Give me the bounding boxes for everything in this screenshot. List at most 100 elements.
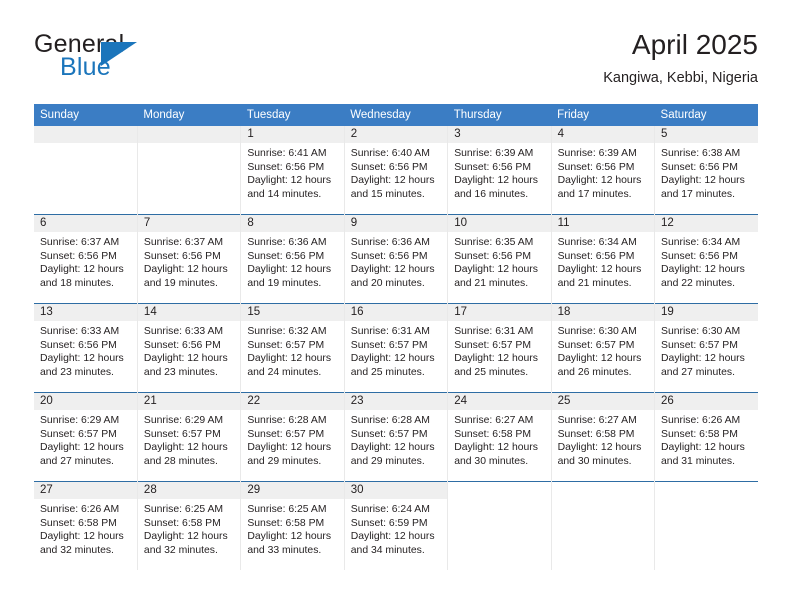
daylight-text-line2: and 17 minutes. [557, 188, 632, 200]
title-block: April 2025 Kangiwa, Kebbi, Nigeria [603, 28, 758, 88]
day-cell[interactable]: 13 Sunrise: 6:33 AM Sunset: 6:56 PM Dayligh… [34, 303, 138, 393]
day-number: 29 [241, 482, 344, 499]
day-cell[interactable]: 16 Sunrise: 6:31 AM Sunset: 6:57 PM Dayligh… [343, 303, 448, 393]
day-details: Sunrise: 6:26 AM Sunset: 6:58 PM Daylight:… [34, 499, 137, 557]
sunset-text: Sunset: 6:56 PM [40, 339, 117, 351]
sunrise-text: Sunrise: 6:40 AM [350, 148, 430, 159]
daylight-text-line2: and 21 minutes. [557, 277, 632, 289]
day-number: 20 [34, 393, 137, 410]
day-cell[interactable]: 5 Sunrise: 6:38 AM Sunset: 6:56 PM Daylight… [654, 126, 758, 215]
day-details: Sunrise: 6:37 AM Sunset: 6:56 PM Daylight:… [138, 232, 240, 290]
day-cell[interactable]: 3 Sunrise: 6:39 AM Sunset: 6:56 PM Daylight… [447, 126, 552, 215]
sunrise-text: Sunrise: 6:27 AM [454, 415, 534, 426]
sunrise-text: Sunrise: 6:37 AM [143, 237, 224, 248]
sunrise-text: Sunrise: 6:28 AM [350, 415, 430, 426]
day-details: Sunrise: 6:40 AM Sunset: 6:56 PM Daylight:… [345, 143, 447, 201]
daylight-text-line1: Daylight: 12 hours [661, 264, 745, 276]
day-details: Sunrise: 6:33 AM Sunset: 6:56 PM Daylight:… [138, 321, 240, 379]
day-cell[interactable]: 23 Sunrise: 6:28 AM Sunset: 6:57 PM Dayligh… [343, 392, 448, 482]
sunset-text: Sunset: 6:56 PM [143, 339, 221, 351]
day-number: 21 [138, 393, 241, 410]
day-cell[interactable]: 9 Sunrise: 6:36 AM Sunset: 6:56 PM Daylight… [343, 214, 448, 304]
daylight-text-line1: Daylight: 12 hours [661, 442, 745, 454]
day-details: Sunrise: 6:31 AM Sunset: 6:57 PM Daylight:… [449, 321, 551, 379]
daylight-text-line2: and 29 minutes. [247, 455, 322, 467]
daylight-text-line1: Daylight: 12 hours [40, 531, 124, 543]
sunset-text: Sunset: 6:57 PM [557, 339, 635, 351]
day-cell[interactable]: 15 Sunrise: 6:32 AM Sunset: 6:57 PM Dayligh… [240, 303, 345, 393]
sunset-text: Sunset: 6:56 PM [557, 250, 635, 262]
daylight-text-line1: Daylight: 12 hours [143, 264, 228, 276]
day-cell[interactable]: 4 Sunrise: 6:39 AM Sunset: 6:56 PM Daylight… [550, 126, 655, 215]
day-cell[interactable]: 21 Sunrise: 6:29 AM Sunset: 6:57 PM Dayligh… [136, 392, 241, 482]
day-cell[interactable]: 18 Sunrise: 6:30 AM Sunset: 6:57 PM Dayligh… [550, 303, 655, 393]
sunset-text: Sunset: 6:56 PM [247, 250, 325, 262]
day-cell-empty [34, 126, 138, 215]
day-number-strip [34, 126, 137, 143]
daylight-text-line1: Daylight: 12 hours [143, 531, 228, 543]
calendar-body: 1 Sunrise: 6:41 AM Sunset: 6:56 PM Daylight… [34, 126, 758, 570]
day-cell[interactable]: 11 Sunrise: 6:34 AM Sunset: 6:56 PM Dayligh… [550, 214, 655, 304]
calendar-week-row: 20 Sunrise: 6:29 AM Sunset: 6:57 PM Dayligh… [34, 392, 758, 482]
day-details: Sunrise: 6:41 AM Sunset: 6:56 PM Daylight:… [242, 143, 344, 201]
day-details: Sunrise: 6:29 AM Sunset: 6:57 PM Daylight:… [138, 410, 240, 468]
day-cell-empty [136, 126, 241, 215]
day-cell[interactable]: 12 Sunrise: 6:34 AM Sunset: 6:56 PM Dayligh… [654, 214, 758, 304]
day-cell[interactable]: 7 Sunrise: 6:37 AM Sunset: 6:56 PM Daylight… [136, 214, 241, 304]
sunset-text: Sunset: 6:56 PM [350, 161, 428, 173]
sunset-text: Sunset: 6:56 PM [247, 161, 325, 173]
page-title: April 2025 [631, 29, 758, 60]
day-cell[interactable]: 2 Sunrise: 6:40 AM Sunset: 6:56 PM Daylight… [343, 126, 448, 215]
sunset-text: Sunset: 6:58 PM [143, 517, 221, 529]
day-cell[interactable]: 25 Sunrise: 6:27 AM Sunset: 6:58 PM Dayligh… [550, 392, 655, 482]
day-number: 24 [448, 393, 551, 410]
daylight-text-line2: and 32 minutes. [40, 544, 114, 556]
day-cell[interactable]: 27 Sunrise: 6:26 AM Sunset: 6:58 PM Dayligh… [34, 481, 138, 570]
general-blue-logo[interactable]: General Blue [34, 30, 244, 90]
sunrise-text: Sunrise: 6:41 AM [247, 148, 327, 159]
day-cell[interactable]: 30 Sunrise: 6:24 AM Sunset: 6:59 PM Dayligh… [343, 481, 448, 570]
day-cell[interactable]: 26 Sunrise: 6:26 AM Sunset: 6:58 PM Dayligh… [654, 392, 758, 482]
day-cell[interactable]: 6 Sunrise: 6:37 AM Sunset: 6:56 PM Daylight… [34, 214, 138, 304]
day-cell[interactable]: 22 Sunrise: 6:28 AM Sunset: 6:57 PM Dayligh… [240, 392, 345, 482]
daylight-text-line1: Daylight: 12 hours [557, 442, 642, 454]
day-details: Sunrise: 6:24 AM Sunset: 6:59 PM Daylight:… [345, 499, 447, 557]
daylight-text-line1: Daylight: 12 hours [454, 442, 538, 454]
day-cell[interactable]: 8 Sunrise: 6:36 AM Sunset: 6:56 PM Daylight… [240, 214, 345, 304]
location-subtitle: Kangiwa, Kebbi, Nigeria [603, 70, 758, 86]
daylight-text-line1: Daylight: 12 hours [557, 175, 642, 187]
page-header: General Blue April 2025 Kangiwa, Kebbi, … [34, 28, 758, 94]
sunrise-text: Sunrise: 6:30 AM [557, 326, 637, 337]
day-cell[interactable]: 17 Sunrise: 6:31 AM Sunset: 6:57 PM Dayligh… [447, 303, 552, 393]
daylight-text-line1: Daylight: 12 hours [454, 353, 538, 365]
sunset-text: Sunset: 6:58 PM [557, 428, 635, 440]
day-details: Sunrise: 6:36 AM Sunset: 6:56 PM Daylight:… [345, 232, 447, 290]
day-details: Sunrise: 6:34 AM Sunset: 6:56 PM Daylight:… [656, 232, 758, 290]
day-cell[interactable]: 24 Sunrise: 6:27 AM Sunset: 6:58 PM Dayligh… [447, 392, 552, 482]
sunrise-text: Sunrise: 6:31 AM [454, 326, 534, 337]
day-details: Sunrise: 6:34 AM Sunset: 6:56 PM Daylight:… [552, 232, 654, 290]
day-cell[interactable]: 29 Sunrise: 6:25 AM Sunset: 6:58 PM Dayligh… [240, 481, 345, 570]
daylight-text-line1: Daylight: 12 hours [454, 264, 538, 276]
day-details: Sunrise: 6:31 AM Sunset: 6:57 PM Daylight:… [345, 321, 447, 379]
day-number: 27 [34, 482, 137, 499]
day-cell[interactable]: 20 Sunrise: 6:29 AM Sunset: 6:57 PM Dayligh… [34, 392, 138, 482]
day-cell[interactable]: 1 Sunrise: 6:41 AM Sunset: 6:56 PM Daylight… [240, 126, 345, 215]
day-details: Sunrise: 6:35 AM Sunset: 6:56 PM Daylight:… [449, 232, 551, 290]
day-number-strip [138, 126, 241, 143]
sunset-text: Sunset: 6:58 PM [661, 428, 738, 440]
sunrise-text: Sunrise: 6:39 AM [454, 148, 534, 159]
day-cell[interactable]: 28 Sunrise: 6:25 AM Sunset: 6:58 PM Dayligh… [136, 481, 241, 570]
sunrise-text: Sunrise: 6:29 AM [40, 415, 120, 426]
sunset-text: Sunset: 6:59 PM [350, 517, 428, 529]
day-details: Sunrise: 6:28 AM Sunset: 6:57 PM Daylight:… [242, 410, 344, 468]
day-cell[interactable]: 14 Sunrise: 6:33 AM Sunset: 6:56 PM Dayligh… [136, 303, 241, 393]
daylight-text-line1: Daylight: 12 hours [247, 353, 332, 365]
day-cell[interactable]: 10 Sunrise: 6:35 AM Sunset: 6:56 PM Dayligh… [447, 214, 552, 304]
day-details: Sunrise: 6:37 AM Sunset: 6:56 PM Daylight:… [34, 232, 137, 290]
daylight-text-line2: and 19 minutes. [143, 277, 218, 289]
day-cell[interactable]: 19 Sunrise: 6:30 AM Sunset: 6:57 PM Dayligh… [654, 303, 758, 393]
sunset-text: Sunset: 6:56 PM [40, 250, 117, 262]
sunrise-text: Sunrise: 6:33 AM [143, 326, 224, 337]
day-details: Sunrise: 6:39 AM Sunset: 6:56 PM Daylight:… [449, 143, 551, 201]
